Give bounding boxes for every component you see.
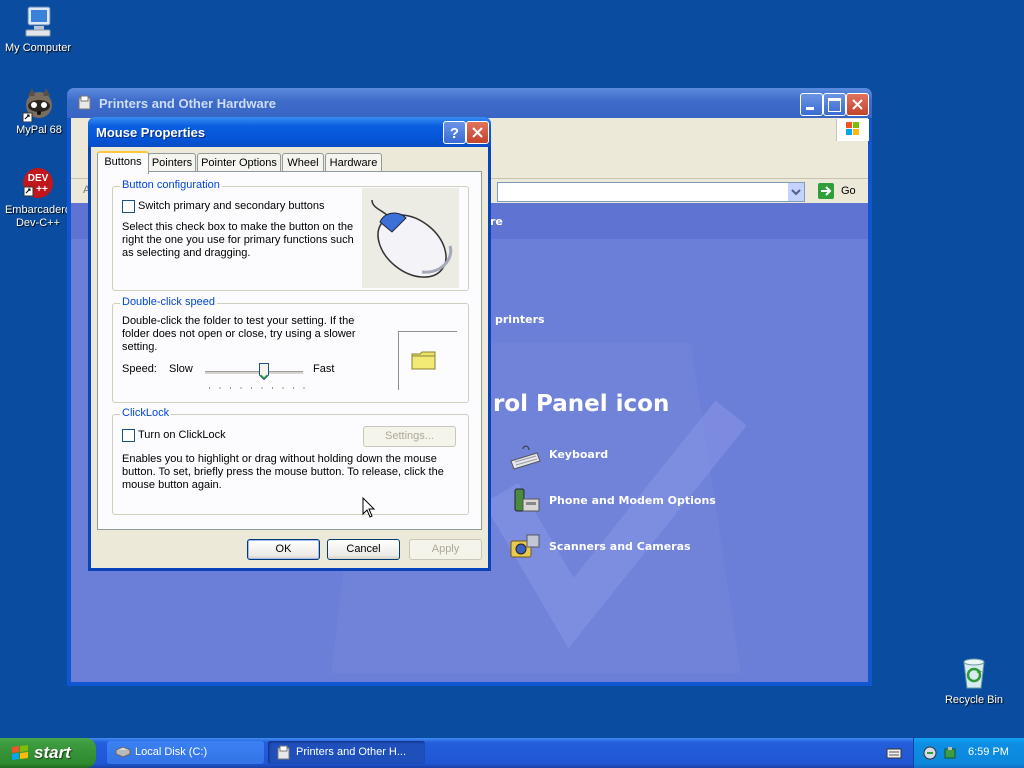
- clicklock-desc-1: Enables you to highlight or drag without…: [122, 453, 437, 465]
- mouse-illustration-icon: [362, 188, 459, 288]
- clicklock-label[interactable]: Turn on ClickLock: [138, 429, 226, 442]
- ok-button[interactable]: OK: [247, 539, 320, 560]
- double-click-desc-2: folder does not open or close, try using…: [122, 328, 356, 340]
- svg-text:?: ?: [450, 125, 459, 142]
- close-icon: [852, 99, 863, 110]
- item-scanners-cameras[interactable]: Scanners and Cameras: [549, 540, 691, 553]
- cancel-button[interactable]: Cancel: [327, 539, 400, 560]
- tab-pointers[interactable]: Pointers: [148, 153, 196, 172]
- speed-slider-ticks: [209, 387, 305, 389]
- explorer-title-bar[interactable]: Printers and Other Hardware: [67, 88, 872, 118]
- tab-buttons[interactable]: Buttons: [97, 151, 149, 174]
- help-icon: ?: [450, 125, 459, 142]
- section-heading: rol Panel icon: [493, 391, 670, 417]
- safely-remove-icon[interactable]: [942, 745, 958, 761]
- windows-flag-icon: [12, 745, 28, 760]
- help-button[interactable]: ?: [443, 121, 466, 144]
- speed-label: Speed:: [122, 363, 157, 375]
- apply-button[interactable]: Apply: [409, 539, 482, 560]
- group-clicklock: ClickLock Turn on ClickLock Settings... …: [112, 407, 469, 515]
- double-click-desc-1: Double-click the folder to test your set…: [122, 315, 355, 327]
- taskbar-item-label: Printers and Other H...: [296, 746, 407, 758]
- clicklock-desc-3: mouse button again.: [122, 479, 222, 491]
- maximize-button[interactable]: [823, 93, 846, 116]
- clicklock-checkbox[interactable]: [122, 429, 135, 442]
- printer-folder-icon: [77, 95, 93, 114]
- clicklock-desc-2: button. To set, briefly press the mouse …: [122, 466, 444, 478]
- network-icon[interactable]: [922, 745, 938, 761]
- go-label: Go: [841, 185, 856, 197]
- button-config-desc-1: Select this check box to make the button…: [122, 221, 354, 233]
- devcpp-icon: DEV ++: [20, 166, 56, 202]
- group-button-configuration: Button configuration Switch primary and …: [112, 179, 469, 291]
- system-tray: 6:59 PM: [913, 738, 1024, 768]
- keyboard-icon: [509, 443, 541, 473]
- tab-hardware[interactable]: Hardware: [325, 153, 382, 172]
- devcpp-badge-text: DEV: [28, 173, 49, 184]
- button-config-desc-2: right the one you use for primary functi…: [122, 234, 354, 246]
- start-button[interactable]: start: [0, 738, 96, 768]
- header-fragment: re: [490, 215, 503, 228]
- tab-pointer-options[interactable]: Pointer Options: [197, 153, 281, 172]
- dialog-client: Buttons Pointers Pointer Options Wheel H…: [91, 147, 488, 568]
- switch-buttons-checkbox[interactable]: [122, 200, 135, 213]
- mouse-properties-dialog[interactable]: Mouse Properties ? Buttons Pointers Poin…: [88, 117, 491, 571]
- fast-label: Fast: [313, 363, 335, 375]
- taskbar-item-local-disk[interactable]: Local Disk (C:): [107, 741, 264, 764]
- clock[interactable]: 6:59 PM: [968, 746, 1009, 758]
- desktop-icon-recycle-bin[interactable]: Recycle Bin: [934, 656, 1014, 707]
- printer-folder-icon: [277, 745, 290, 760]
- slow-label: Slow: [169, 363, 193, 375]
- item-keyboard[interactable]: Keyboard: [549, 448, 608, 461]
- switch-buttons-label[interactable]: Switch primary and secondary buttons: [138, 200, 324, 213]
- tab-wheel[interactable]: Wheel: [282, 153, 324, 172]
- folder-icon: [411, 351, 436, 370]
- speed-slider-track[interactable]: [205, 371, 303, 375]
- address-input[interactable]: [497, 182, 805, 202]
- double-click-desc-3: setting.: [122, 341, 158, 353]
- recycle-bin-icon: [956, 656, 992, 692]
- raccoon-browser-icon: [21, 86, 57, 123]
- dialog-close-button[interactable]: [466, 121, 489, 144]
- desktop-icon-label: My Computer: [4, 42, 72, 54]
- desktop-icon-label: Recycle Bin: [944, 694, 1004, 706]
- group-label: Double-click speed: [120, 296, 217, 308]
- group-label: ClickLock: [120, 407, 172, 419]
- button-config-desc-3: as selecting and dragging.: [122, 247, 251, 259]
- group-label: Button configuration: [120, 179, 222, 191]
- explorer-title: Printers and Other Hardware: [99, 96, 276, 111]
- go-button[interactable]: Go: [817, 182, 861, 200]
- drive-icon: [115, 746, 131, 758]
- taskbar-item-label: Local Disk (C:): [135, 746, 208, 758]
- clicklock-settings-button[interactable]: Settings...: [363, 426, 456, 447]
- dialog-title-bar[interactable]: Mouse Properties ?: [88, 117, 491, 147]
- computer-icon: [20, 4, 56, 40]
- speed-slider-thumb[interactable]: [258, 363, 269, 381]
- desktop-icon-my-computer[interactable]: My Computer: [0, 4, 78, 55]
- minimize-button[interactable]: [800, 93, 823, 116]
- item-phone-modem[interactable]: Phone and Modem Options: [549, 494, 716, 507]
- windows-logo-icon: [836, 119, 869, 141]
- start-label: start: [34, 743, 71, 762]
- dialog-title: Mouse Properties: [96, 125, 206, 140]
- address-dropdown-button[interactable]: [788, 183, 804, 201]
- phone-icon: [509, 485, 541, 515]
- test-folder-area[interactable]: [398, 331, 457, 390]
- camera-icon: [509, 531, 541, 561]
- keyboard-language-icon[interactable]: [886, 746, 902, 760]
- close-button[interactable]: [846, 93, 869, 116]
- go-arrow-icon: [818, 183, 834, 199]
- close-icon: [472, 127, 483, 138]
- devcpp-badge-plus: ++: [36, 184, 48, 195]
- tab-panel-buttons: Button configuration Switch primary and …: [97, 171, 482, 530]
- group-double-click-speed: Double-click speed Double-click the fold…: [112, 296, 469, 403]
- taskbar: start Local Disk (C:) Printers and Other…: [0, 738, 1024, 768]
- taskbar-item-printers[interactable]: Printers and Other H...: [268, 741, 425, 764]
- mouse-cursor-icon: [362, 497, 376, 518]
- task-link-printers[interactable]: printers: [495, 313, 545, 326]
- chevron-down-icon: [791, 189, 801, 196]
